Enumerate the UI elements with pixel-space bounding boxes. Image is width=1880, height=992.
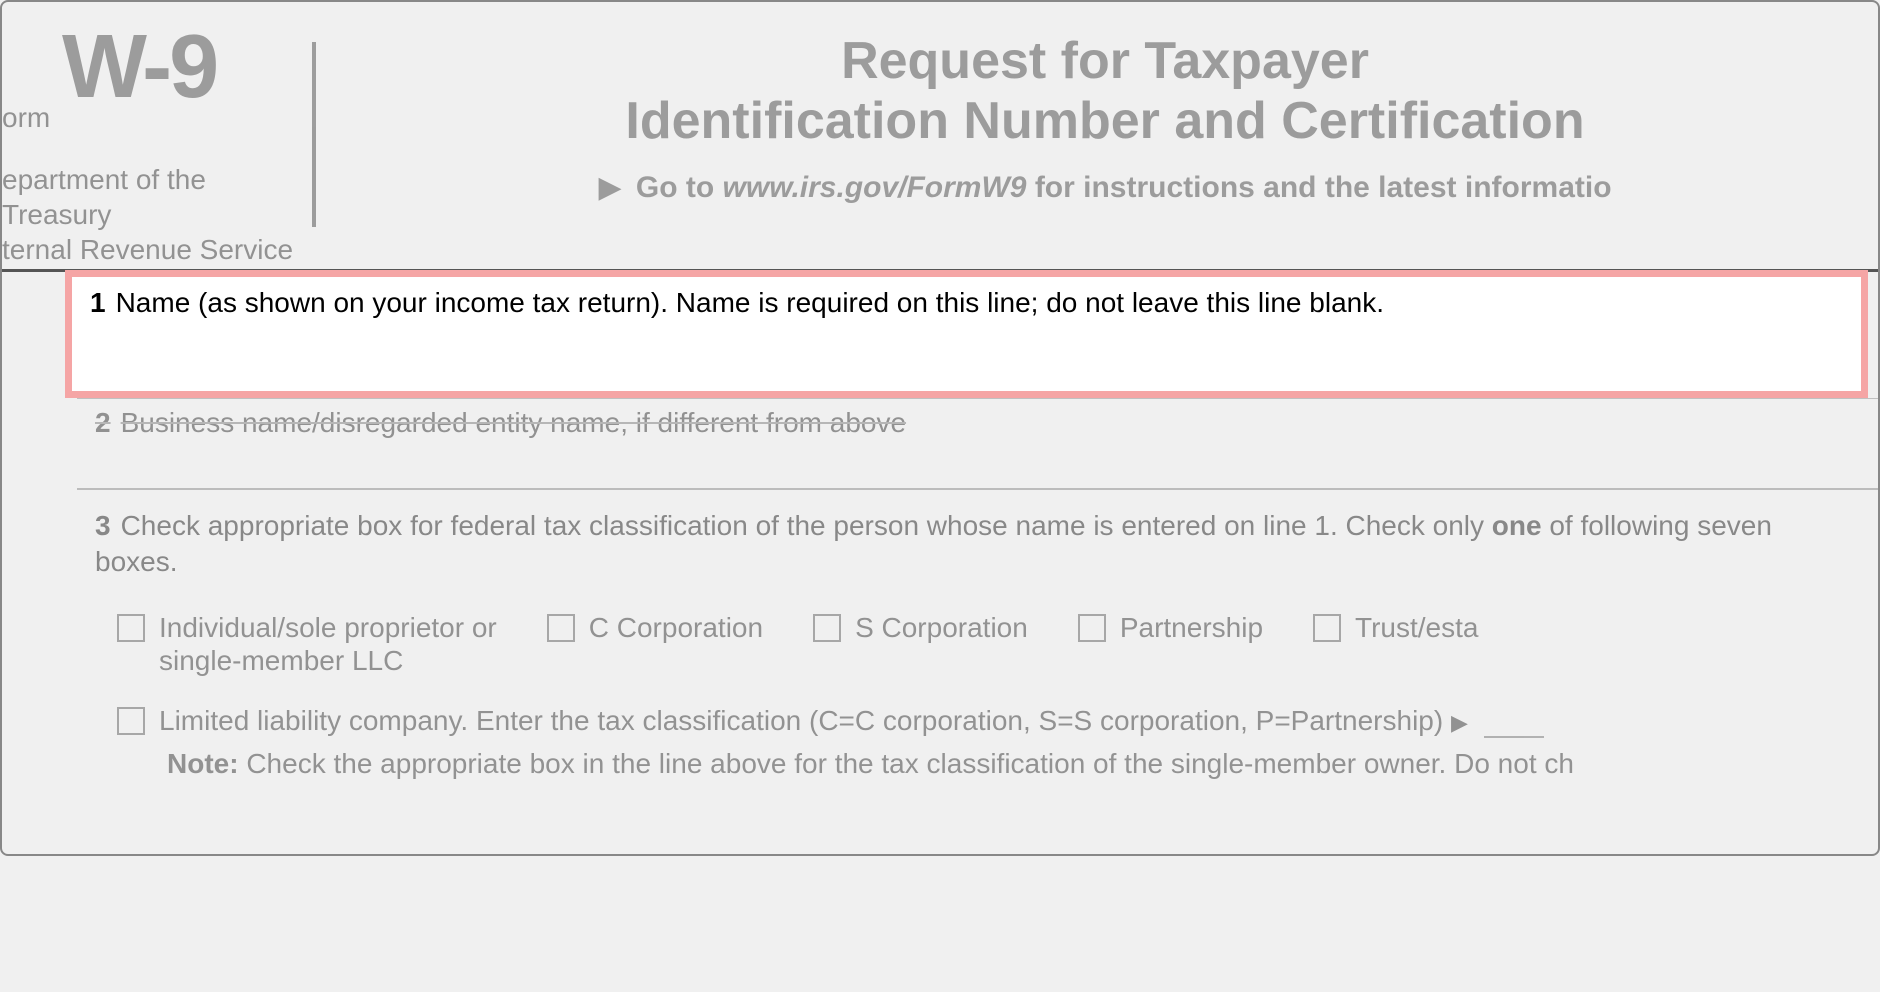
note-row: Note: Check the appropriate box in the l… (77, 738, 1878, 780)
checkbox-individual[interactable]: Individual/sole proprietor or single-mem… (117, 611, 497, 678)
checkbox-trust-estate[interactable]: Trust/esta (1313, 611, 1478, 645)
form-title: Request for Taxpayer Identification Numb… (352, 32, 1858, 152)
goto-suffix: for instructions and the latest informat… (1026, 171, 1611, 204)
goto-prefix: Go to (636, 171, 723, 204)
checkbox-icon (1078, 614, 1106, 642)
checkbox-icon (813, 614, 841, 642)
vertical-divider (312, 42, 316, 227)
triangle-icon: ▶ (598, 170, 621, 205)
form-body-area: tructions on page 3. r type. 1Name (as s… (2, 272, 1878, 780)
form-label: orm (2, 102, 50, 134)
line-3-bold: one (1492, 510, 1542, 541)
dept-line-1: epartment of the Treasury (2, 162, 312, 232)
form-id-block: orm W-9 epartment of the Treasury ternal… (2, 22, 312, 267)
form-body: 1 Name (as shown on your income tax retur… (77, 272, 1878, 780)
line-2-number: 2 (95, 407, 111, 438)
line-1-content: Name (as shown on your income tax return… (116, 287, 1384, 318)
llc-label: Limited liability company. Enter the tax… (159, 704, 1544, 738)
checkbox-icon (117, 707, 145, 735)
form-header: orm W-9 epartment of the Treasury ternal… (2, 2, 1878, 267)
checkbox-s-corp[interactable]: S Corporation (813, 611, 1028, 645)
triangle-icon: ▶ (1451, 710, 1468, 735)
checkbox-partnership-label: Partnership (1120, 611, 1263, 645)
title-line-2: Identification Number and Certification (625, 92, 1584, 150)
line-1-highlight: 1 Name (as shown on your income tax retur… (65, 270, 1868, 398)
checkbox-llc[interactable]: Limited liability company. Enter the tax… (117, 704, 1858, 738)
checkbox-individual-label: Individual/sole proprietor or single-mem… (159, 611, 497, 678)
checkbox-icon (117, 614, 145, 642)
goto-url: www.irs.gov/FormW9 (723, 171, 1027, 204)
line-1-text: 1 Name (as shown on your income tax retur… (90, 287, 1843, 319)
checkbox-c-corp-label: C Corporation (589, 611, 763, 645)
checkbox-icon (547, 614, 575, 642)
title-block: Request for Taxpayer Identification Numb… (312, 22, 1878, 267)
llc-row: Limited liability company. Enter the tax… (77, 678, 1878, 738)
line-2: 2 Business name/disregarded entity name, … (77, 398, 1878, 488)
checkbox-c-corp[interactable]: C Corporation (547, 611, 763, 645)
line-3-part1: Check appropriate box for federal tax cl… (121, 510, 1492, 541)
note-text: Check the appropriate box in the line ab… (239, 748, 1574, 779)
department-lines: epartment of the Treasury ternal Revenue… (2, 162, 312, 267)
checkbox-s-corp-label: S Corporation (855, 611, 1028, 645)
checkbox-trust-label: Trust/esta (1355, 611, 1478, 645)
line-1-number: 1 (90, 287, 106, 318)
line-3: 3 Check appropriate box for federal tax c… (77, 490, 1878, 581)
checkbox-partnership[interactable]: Partnership (1078, 611, 1263, 645)
line-3-number: 3 (95, 510, 111, 541)
checkbox-icon (1313, 614, 1341, 642)
dept-line-2: ternal Revenue Service (2, 232, 312, 267)
checkbox-row: Individual/sole proprietor or single-mem… (77, 581, 1878, 678)
form-code: W-9 (62, 22, 312, 112)
line-2-content: Business name/disregarded entity name, i… (121, 407, 906, 438)
note-bold: Note: (167, 748, 239, 779)
goto-line: ▶ Go to www.irs.gov/FormW9 for instructi… (352, 170, 1858, 205)
title-line-1: Request for Taxpayer (841, 32, 1369, 90)
